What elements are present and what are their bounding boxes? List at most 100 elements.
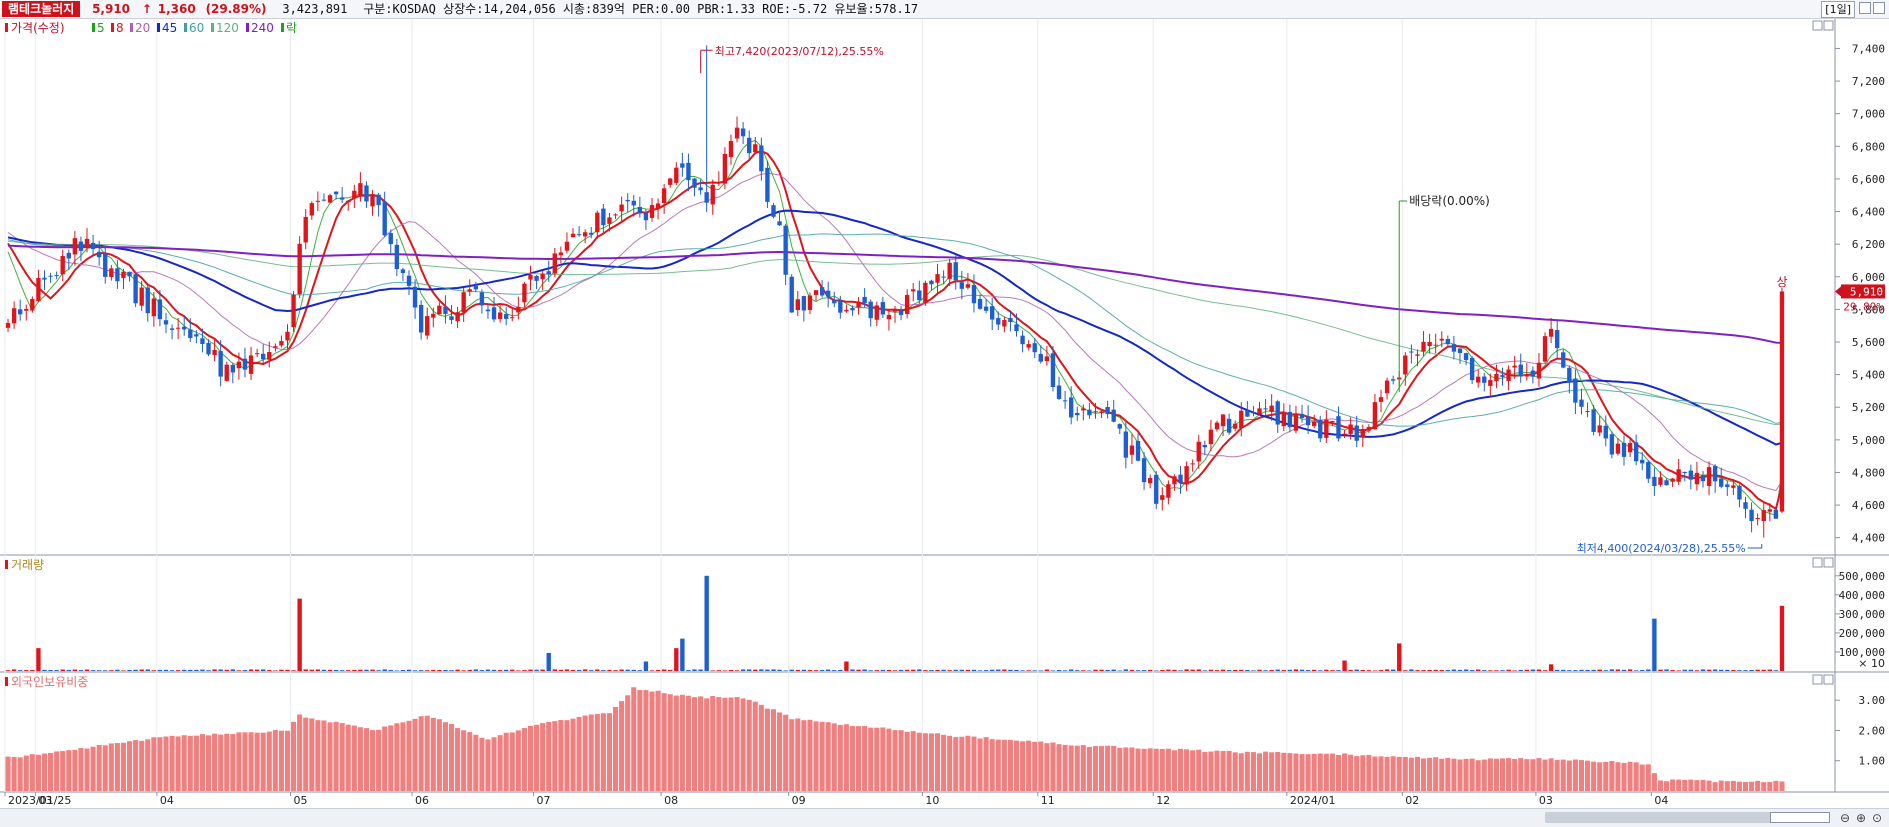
foreign-ratio-bar [248, 732, 253, 791]
legend-ma-label[interactable]: 60 [189, 21, 204, 35]
zoom-out-icon[interactable]: ⊖ [1838, 811, 1852, 825]
candle-body [577, 234, 581, 235]
volume-bar [820, 670, 824, 671]
candle-body [1136, 441, 1140, 461]
scroll-thumb[interactable] [1545, 812, 1775, 823]
foreign-ratio-bar [388, 725, 393, 791]
legend-ma-label[interactable]: 20 [135, 21, 150, 35]
volume-bar [869, 670, 873, 671]
chart-scrollbar[interactable]: ⊖ ⊕ ⊙ [0, 808, 1889, 827]
volume-bar [200, 670, 204, 671]
candle-body [893, 309, 897, 312]
foreign-ratio-bar [765, 709, 770, 791]
volume-bar [103, 670, 107, 671]
volume-bar [194, 670, 198, 671]
volume-bar [911, 670, 915, 671]
volume-bar [1749, 670, 1753, 671]
foreign-ratio-bar [1269, 752, 1274, 791]
price-tick-label: 5,400 [1852, 369, 1885, 382]
candle-body [1251, 412, 1255, 413]
panel-maximize-icon[interactable] [1824, 558, 1833, 567]
candle-body [54, 275, 58, 276]
legend-ma-label[interactable]: 5 [97, 21, 105, 35]
volume-bar [1762, 670, 1766, 671]
foreign-ratio-bar [686, 696, 691, 791]
foreign-ratio-bar [1172, 750, 1177, 791]
volume-bar [668, 670, 672, 671]
zoom-reset-icon[interactable]: ⊙ [1870, 811, 1884, 825]
volume-bar [164, 670, 168, 671]
foreign-ratio-bar [1075, 746, 1080, 791]
volume-bar [1112, 670, 1116, 671]
panel-minimize-icon[interactable] [1813, 675, 1822, 684]
candle-body [255, 353, 259, 354]
candle-body [1464, 353, 1468, 360]
price-tick-label: 4,400 [1852, 532, 1885, 545]
panel-minimize-icon[interactable] [1813, 558, 1822, 567]
candle-body [401, 269, 405, 273]
legend-ex-label[interactable]: 락 [286, 21, 297, 35]
volume-unit-label: × 10 [1858, 657, 1885, 670]
volume-tick-label: 500,000 [1839, 570, 1885, 583]
foreign-ratio-bar [24, 756, 29, 791]
foreign-ratio-bar [182, 735, 187, 791]
candle-body [1512, 366, 1516, 368]
foreign-ratio-bar [813, 721, 818, 791]
foreign-ratio-bar [461, 730, 466, 791]
foreign-ratio-bar [868, 728, 873, 791]
candle-body [1768, 509, 1772, 511]
volume-bar [1130, 670, 1134, 671]
volume-bar [1160, 670, 1164, 671]
volume-bar [1197, 669, 1201, 671]
candle-body [662, 188, 666, 203]
zoom-slider[interactable] [1770, 812, 1830, 823]
candle-body [279, 341, 283, 345]
foreign-ratio-bar [1457, 759, 1462, 791]
legend-ma-label[interactable]: 120 [216, 21, 239, 35]
volume-bar [1664, 669, 1668, 671]
candle-body [638, 207, 642, 214]
volume-bar [1099, 670, 1103, 671]
legend-ma-label[interactable]: 45 [162, 21, 177, 35]
volume-bar [735, 670, 739, 671]
volume-bar [1427, 670, 1431, 671]
foreign-ratio-bar [1348, 755, 1353, 791]
foreign-ratio-bar [899, 730, 904, 791]
panel-minimize-icon[interactable] [1813, 21, 1822, 30]
foreign-ratio-bar [352, 725, 357, 791]
foreign-ratio-bar [66, 750, 71, 791]
candle-body [1652, 477, 1656, 486]
foreign-ratio-bar [1154, 749, 1159, 791]
zoom-in-icon[interactable]: ⊕ [1854, 811, 1868, 825]
legend-ma-label[interactable]: 8 [116, 21, 124, 35]
candle-body [1719, 479, 1723, 487]
legend-ma-label[interactable]: 240 [251, 21, 274, 35]
volume-bar [711, 670, 715, 671]
volume-bar [1342, 661, 1346, 671]
panel-maximize-icon[interactable] [1824, 675, 1833, 684]
volume-bar [352, 670, 356, 671]
foreign-ratio-bar [643, 690, 648, 791]
panel-maximize-icon[interactable] [1824, 21, 1833, 30]
volume-panel-title[interactable]: 거래량 [11, 558, 44, 572]
foreign-ratio-bar [1676, 780, 1681, 791]
legend-price-label[interactable]: 가격(수정) [11, 21, 65, 35]
volume-bar [449, 670, 453, 671]
candle-body [1172, 476, 1176, 484]
volume-bar [1166, 670, 1170, 671]
volume-bar [1482, 670, 1486, 671]
foreign-ratio-bar [759, 705, 764, 791]
volume-bar [674, 648, 678, 671]
volume-bar [1464, 670, 1468, 671]
candle-body [1203, 445, 1207, 447]
volume-bar [887, 670, 891, 671]
foreign-ratio-bar [838, 725, 843, 791]
volume-bar [753, 670, 757, 671]
stock-chart[interactable]: 7,4007,2007,0006,8006,6006,4006,2006,000… [0, 0, 1889, 808]
volume-bar [759, 669, 763, 671]
foreign-ratio-bar [1312, 754, 1317, 791]
foreign-panel-title[interactable]: 외국인보유비중 [11, 675, 88, 689]
candle-body [498, 312, 502, 318]
foreign-ratio-bar [1767, 782, 1772, 791]
volume-bar [1591, 670, 1595, 671]
